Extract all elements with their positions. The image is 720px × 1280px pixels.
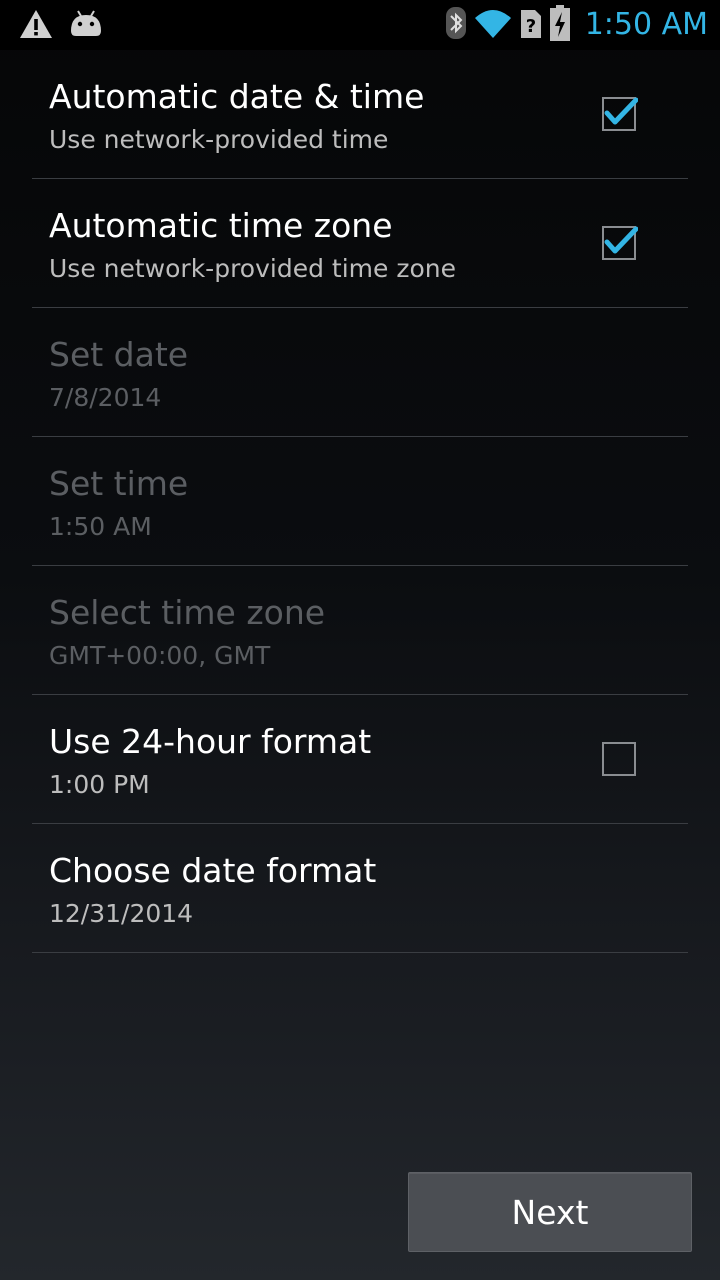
- bluetooth-icon: [445, 6, 467, 44]
- setting-title: Set date: [49, 335, 189, 374]
- setting-use-24-hour-format[interactable]: Use 24-hour format 1:00 PM: [32, 695, 688, 824]
- setting-summary: 1:50 AM: [49, 512, 152, 541]
- setting-choose-date-format[interactable]: Choose date format 12/31/2014: [32, 824, 688, 953]
- status-clock: 1:50 AM: [584, 7, 708, 42]
- next-button[interactable]: Next: [408, 1172, 692, 1252]
- setting-set-date: Set date 7/8/2014: [32, 308, 688, 437]
- status-bar: ? 1:50 AM: [0, 0, 720, 50]
- setting-summary: 1:00 PM: [49, 770, 150, 799]
- setting-title: Automatic time zone: [49, 206, 393, 245]
- setting-title: Use 24-hour format: [49, 722, 372, 761]
- android-debug-icon: [68, 9, 104, 43]
- setting-title: Select time zone: [49, 593, 326, 632]
- automatic-time-zone-checkbox[interactable]: [602, 226, 639, 262]
- setting-automatic-time-zone[interactable]: Automatic time zone Use network-provided…: [32, 179, 688, 308]
- setting-summary: Use network-provided time zone: [49, 254, 456, 283]
- date-time-settings-list: Automatic date & time Use network-provid…: [32, 50, 688, 953]
- warning-icon: [18, 8, 54, 44]
- status-right-icons: ? 1:50 AM: [445, 4, 708, 46]
- status-left-icons: [18, 8, 104, 44]
- setting-summary: GMT+00:00, GMT: [49, 641, 271, 670]
- setting-summary: 7/8/2014: [49, 383, 162, 412]
- use-24-hour-format-checkbox[interactable]: [602, 742, 638, 778]
- setting-automatic-date-time[interactable]: Automatic date & time Use network-provid…: [32, 50, 688, 179]
- automatic-date-time-checkbox[interactable]: [602, 97, 639, 133]
- setting-title: Choose date format: [49, 851, 377, 890]
- setting-summary: Use network-provided time: [49, 125, 389, 154]
- wifi-icon: [473, 6, 513, 44]
- svg-text:?: ?: [525, 16, 535, 37]
- setting-summary: 12/31/2014: [49, 899, 194, 928]
- no-sim-icon: ?: [519, 6, 543, 44]
- setting-select-time-zone: Select time zone GMT+00:00, GMT: [32, 566, 688, 695]
- setting-title: Set time: [49, 464, 189, 503]
- setting-title: Automatic date & time: [49, 77, 425, 116]
- setting-set-time: Set time 1:50 AM: [32, 437, 688, 566]
- battery-charging-icon: [549, 4, 571, 46]
